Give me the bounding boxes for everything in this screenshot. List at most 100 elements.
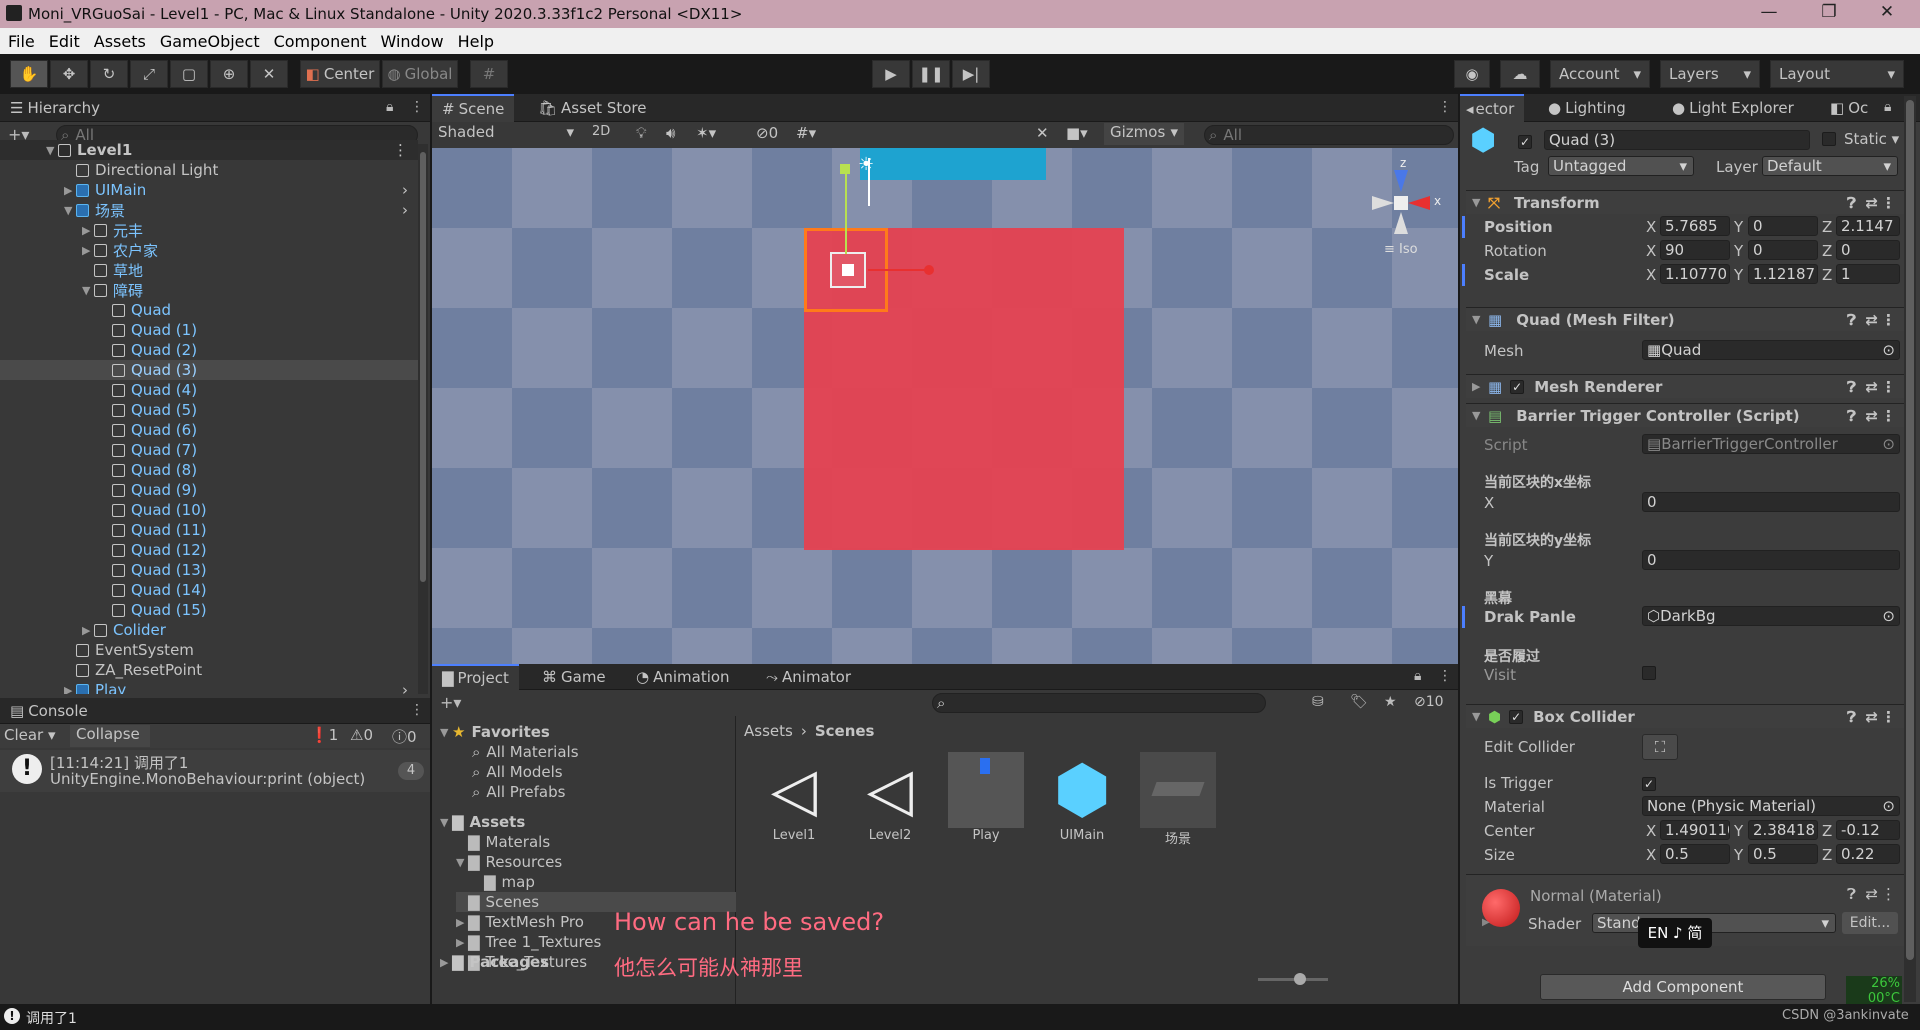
transform-z-field[interactable]: 2.1147 <box>1836 216 1900 236</box>
rotate-tool-icon[interactable]: ↻ <box>90 60 128 88</box>
help-icon[interactable]: ❓︎ <box>1847 407 1856 425</box>
gizmo-x-handle[interactable] <box>924 265 934 275</box>
account-dropdown[interactable]: Account ▾ <box>1550 60 1650 88</box>
tab-occlusion[interactable]: ◧ Oc <box>1820 94 1878 122</box>
mesh-field[interactable]: ▦Quad ⊙ <box>1642 340 1900 360</box>
folder-item[interactable]: ▶ ▇ Tree 1_Textures <box>456 932 601 952</box>
hierarchy-item[interactable]: ▶ UIMain › <box>0 180 418 200</box>
sun-icon[interactable]: ☀ <box>858 154 874 175</box>
more-icon[interactable]: ⋮ <box>393 141 408 159</box>
more-icon[interactable]: ⋮ <box>410 702 424 718</box>
tab-scene[interactable]: # Scene <box>432 94 515 122</box>
tab-game[interactable]: ⌘ Game <box>532 664 616 690</box>
hidden-objects-toggle[interactable]: ⊘ 0 <box>756 124 778 142</box>
help-icon[interactable]: ❓︎ <box>1847 378 1856 396</box>
size-y-field[interactable]: 0.5 <box>1748 844 1818 864</box>
camera-icon[interactable]: ■▾ <box>1066 124 1088 142</box>
help-icon[interactable]: ❓︎ <box>1847 885 1856 903</box>
hand-tool-icon[interactable]: ✋ <box>10 60 48 88</box>
hierarchy-item[interactable]: Quad (12) <box>0 540 418 560</box>
minimize-button[interactable]: — <box>1746 2 1792 26</box>
box-collider-header[interactable]: ▼ ⬢ ✓ Box Collider ❓︎ ⇄ ⋮ <box>1466 704 1906 728</box>
menu-assets[interactable]: Assets <box>94 32 146 51</box>
tag-dropdown[interactable]: Untagged ▾ <box>1548 156 1694 176</box>
hierarchy-item[interactable]: Quad (13) <box>0 560 418 580</box>
enabled-checkbox[interactable]: ✓ <box>1510 379 1525 394</box>
hierarchy-item[interactable]: Quad (7) <box>0 440 418 460</box>
audio-toggle-icon[interactable]: 🔊︎ <box>666 124 675 142</box>
mesh-renderer-header[interactable]: ▶ ▦ ✓ Mesh Renderer ❓︎ ⇄ ⋮ <box>1466 374 1906 398</box>
transform-y-field[interactable]: 0 <box>1748 240 1818 260</box>
expand-arrow-icon[interactable]: ▶ <box>64 684 76 695</box>
error-count-toggle[interactable]: ❗ 1 <box>310 726 338 744</box>
expand-arrow-icon[interactable]: ▶ <box>82 624 94 637</box>
static-dropdown[interactable]: Static ▾ <box>1844 130 1899 148</box>
expand-arrow-icon[interactable]: ▶ <box>456 916 468 929</box>
status-message[interactable]: 调用了1 <box>26 1008 77 1028</box>
close-button[interactable]: ✕ <box>1864 2 1910 26</box>
menu-gameobject[interactable]: GameObject <box>160 32 260 51</box>
transform-component-header[interactable]: ▼ ⤧ Transform ❓︎ ⇄ ⋮ <box>1466 190 1906 214</box>
pause-button[interactable]: ❚❚ <box>912 60 950 88</box>
hierarchy-item[interactable]: Directional Light <box>0 160 418 180</box>
tab-light-explorer[interactable]: ● Light Explorer <box>1662 94 1804 122</box>
pivot-center-button[interactable]: ◧ Center <box>300 60 380 88</box>
hierarchy-item[interactable]: ▶ Colider <box>0 620 418 640</box>
more-icon[interactable]: ⋮ <box>1881 885 1896 903</box>
rect-tool-icon[interactable]: ▢ <box>170 60 208 88</box>
layers-dropdown[interactable]: Layers ▾ <box>1660 60 1760 88</box>
axis-neg-z-cone[interactable] <box>1394 212 1408 234</box>
tab-inspector[interactable]: ◂ ector <box>1460 94 1525 122</box>
active-checkbox[interactable]: ✓ <box>1518 132 1532 150</box>
breadcrumb-current[interactable]: Scenes <box>815 722 875 740</box>
drak-panle-field[interactable]: ⬡DarkBg ⊙ <box>1642 606 1900 626</box>
transform-y-field[interactable]: 0 <box>1748 216 1818 236</box>
preset-icon[interactable]: ⇄ <box>1865 407 1878 425</box>
transform-x-field[interactable]: 1.10770 <box>1660 264 1730 284</box>
orientation-gizmo[interactable]: z x ≡ Iso <box>1354 156 1454 257</box>
lock-icon[interactable]: 🔒︎ <box>1884 99 1891 115</box>
folder-item[interactable]: ▶ ▇ TextMesh Pro <box>456 912 584 932</box>
more-icon[interactable]: ⋮ <box>1881 407 1896 425</box>
expand-arrow-icon[interactable]: ▶ <box>82 224 94 237</box>
project-search-input[interactable]: ⌕ <box>932 693 1266 713</box>
expand-arrow-icon[interactable]: ▼ <box>82 284 94 297</box>
gizmo-y-axis[interactable] <box>845 170 847 254</box>
chevron-right-icon[interactable]: › <box>402 181 408 199</box>
info-count-toggle[interactable]: ⓘ 0 <box>392 726 417 747</box>
block-x-field[interactable]: 0 <box>1642 492 1900 512</box>
static-checkbox[interactable] <box>1822 132 1836 150</box>
asset-tile[interactable]: ◁ Level1 <box>754 752 834 843</box>
size-x-field[interactable]: 0.5 <box>1660 844 1730 864</box>
shader-edit-button[interactable]: Edit... <box>1842 912 1898 934</box>
hierarchy-item[interactable]: ▶ 元丰 <box>0 220 418 240</box>
more-icon[interactable]: ⋮ <box>1438 668 1452 684</box>
assets-root[interactable]: ▼ ▇ Assets <box>440 812 525 832</box>
favorite-star-icon[interactable]: ★ <box>1384 694 1397 710</box>
tab-console[interactable]: ▤ Console <box>0 698 98 724</box>
gizmo-y-handle[interactable] <box>840 164 850 174</box>
edit-collider-button[interactable]: ⛶ <box>1642 734 1678 760</box>
center-z-field[interactable]: -0.12 <box>1836 820 1900 840</box>
menu-window[interactable]: Window <box>380 32 443 51</box>
visit-checkbox[interactable] <box>1642 666 1656 684</box>
shader-dropdown[interactable]: Stand ▾ <box>1592 913 1836 933</box>
iso-label[interactable]: ≡ Iso <box>1384 242 1418 257</box>
center-y-field[interactable]: 2.38418 <box>1748 820 1818 840</box>
menu-edit[interactable]: Edit <box>49 32 80 51</box>
preset-icon[interactable]: ⇄ <box>1865 311 1878 329</box>
collapse-button[interactable]: Collapse <box>70 725 150 747</box>
create-button[interactable]: +▾ <box>440 693 461 712</box>
object-picker-icon[interactable]: ⊙ <box>1882 341 1895 359</box>
scene-viewport[interactable]: ☀ z x ≡ Iso <box>432 148 1458 664</box>
2d-toggle[interactable]: 2D <box>592 124 610 139</box>
block-y-field[interactable]: 0 <box>1642 550 1900 570</box>
folder-item[interactable]: ▼ ▇ Resources <box>456 852 562 872</box>
axis-x-cone[interactable] <box>1408 196 1430 210</box>
hierarchy-item[interactable]: Quad (14) <box>0 580 418 600</box>
hierarchy-item[interactable]: Quad (9) <box>0 480 418 500</box>
hierarchy-item[interactable]: ▶ Play › <box>0 680 418 694</box>
inspector-scrollbar[interactable] <box>1904 96 1916 1002</box>
lock-icon[interactable]: 🔒︎ <box>1414 668 1421 684</box>
asset-tile[interactable]: ◁ Level2 <box>850 752 930 843</box>
